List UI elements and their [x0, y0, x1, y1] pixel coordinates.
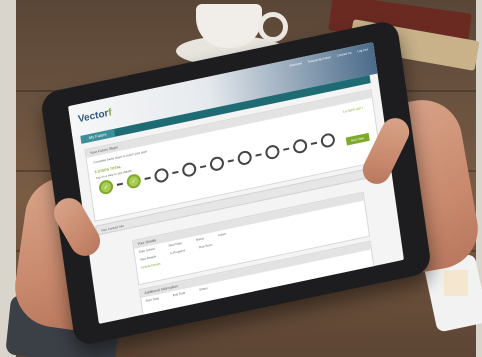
next-step-button[interactable]: Next Step: [345, 132, 370, 146]
update-details-link[interactable]: Update Details: [141, 262, 161, 270]
tablet-screen: Vectorf Welcome Frequently Asked Contact…: [68, 42, 404, 324]
collapsible-label: Your Contact Info: [100, 223, 125, 233]
step-pending-icon[interactable]: [319, 132, 336, 149]
nav-faq[interactable]: Frequently Asked: [308, 55, 332, 64]
step-pending-icon[interactable]: [153, 167, 170, 184]
logo-text: Vector: [77, 108, 110, 126]
progress-right-label: 3 STEPS LEFT: [342, 105, 364, 115]
detail-cell: Active: [217, 231, 227, 238]
step-pending-icon[interactable]: [236, 149, 253, 167]
step-connector: [199, 165, 207, 169]
logo-mark: f: [107, 107, 113, 119]
nav-contact[interactable]: Contact Us: [336, 51, 351, 58]
detail-cell: Status: [198, 285, 208, 292]
detail-cell: End Date: [172, 290, 186, 298]
step-connector: [116, 182, 124, 186]
cufflink: [444, 270, 468, 296]
step-pending-icon[interactable]: [209, 155, 225, 173]
step-connector: [172, 170, 179, 175]
step-connector: [310, 141, 318, 145]
app-logo[interactable]: Vectorf: [77, 107, 112, 125]
step-connector: [255, 153, 262, 157]
step-complete-icon[interactable]: ✓: [125, 172, 142, 190]
detail-cell: Start Date: [145, 296, 160, 303]
nav-logout[interactable]: Log Out: [357, 47, 368, 53]
nav-welcome[interactable]: Welcome: [289, 61, 302, 68]
step-connector: [227, 159, 234, 163]
photo-scene: Vectorf Welcome Frequently Asked Contact…: [0, 0, 482, 357]
step-pending-icon[interactable]: [264, 143, 281, 161]
top-nav: Welcome Frequently Asked Contact Us Log …: [289, 47, 368, 67]
step-complete-icon[interactable]: ✓: [98, 178, 114, 196]
step-pending-icon[interactable]: [181, 161, 198, 178]
step-pending-icon[interactable]: [292, 137, 309, 155]
detail-cell: Status: [195, 236, 205, 242]
step-connector: [144, 176, 151, 180]
step-connector: [283, 147, 290, 151]
cup-handle: [258, 12, 288, 42]
